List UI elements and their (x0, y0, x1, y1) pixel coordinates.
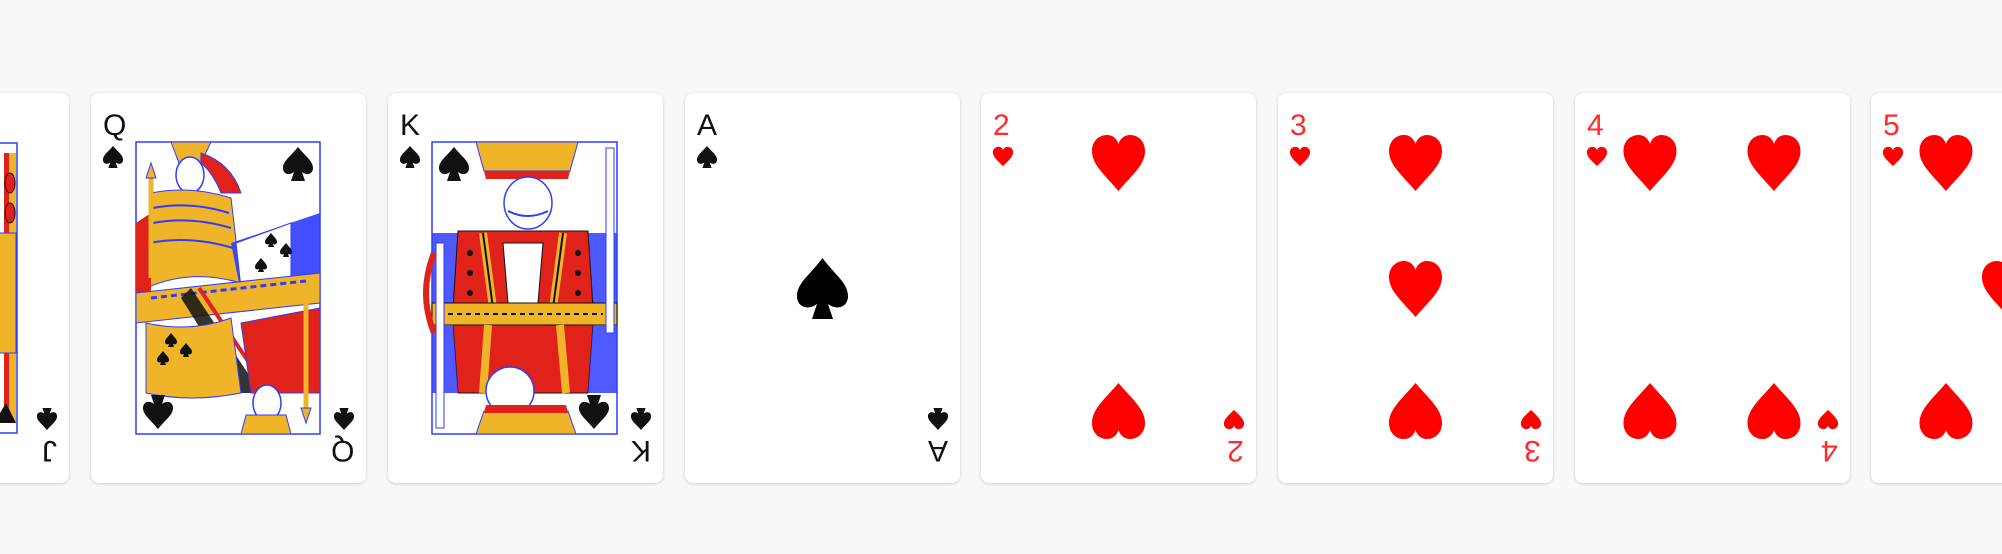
spade-icon (36, 408, 58, 430)
card-rank-bottom: 4 (1821, 434, 1838, 467)
card-rank-bottom: K (630, 434, 651, 467)
card-five-of-hearts[interactable]: 5 5 (1871, 93, 2002, 483)
card-rank-bottom: 3 (1524, 434, 1541, 467)
heart-icon (1817, 409, 1839, 430)
card-queen-of-spades[interactable]: Q Q (91, 93, 366, 483)
card-two-of-hearts[interactable]: 2 2 (981, 93, 1256, 483)
heart-pips (1389, 135, 1442, 439)
heart-icon (1520, 409, 1542, 430)
card-rank-bottom: J (42, 434, 57, 467)
card-three-of-hearts[interactable]: 3 3 (1278, 93, 1553, 483)
heart-pips (1623, 135, 1801, 439)
court-figure-king (423, 141, 618, 435)
card-jack-of-spades[interactable]: J (0, 93, 69, 483)
heart-pips (1919, 135, 2002, 439)
heart-icon (1223, 409, 1245, 430)
card-rank-bottom: A (927, 434, 948, 467)
card-ace-of-spades[interactable]: A A (685, 93, 960, 483)
ace-spade-pip (797, 258, 848, 319)
card-rank-bottom: 2 (1227, 434, 1244, 467)
spade-icon (333, 408, 355, 430)
card-king-of-spades[interactable]: K K (388, 93, 663, 483)
card-rank-bottom: Q (330, 434, 354, 467)
heart-pips (1092, 135, 1145, 439)
card-four-of-hearts[interactable]: 4 4 (1575, 93, 1850, 483)
spade-icon (927, 408, 949, 430)
card-row: J Q Q K K A A 2 2 3 3 4 4 5 (0, 0, 2002, 554)
court-figure-jack (0, 142, 18, 434)
spade-icon (630, 408, 652, 430)
court-figure-queen (135, 141, 321, 435)
